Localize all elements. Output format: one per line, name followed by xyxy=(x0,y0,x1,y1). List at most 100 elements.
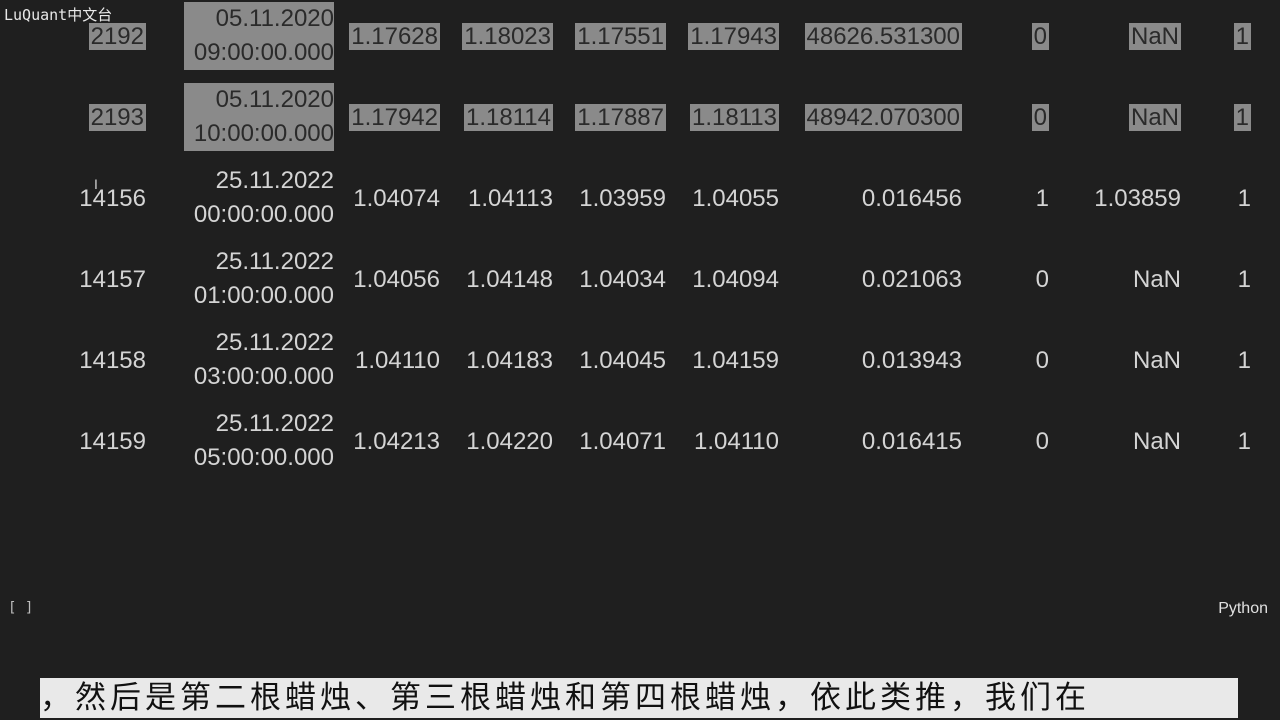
date-value: 05.11.2020 xyxy=(215,86,334,113)
cell-h: 1.04183 xyxy=(466,344,553,378)
cell-s: 0 xyxy=(1031,20,1049,54)
datetime-cell: 05.11.2020 10:00:00.000 xyxy=(184,83,334,151)
video-subtitle: ，然后是第二根蜡烛、第三根蜡烛和第四根蜡烛，依此类推，我们在 xyxy=(40,678,1238,718)
cell-value: 1 xyxy=(1035,185,1049,212)
cell-p: NaN xyxy=(1133,263,1181,297)
cell-value: 1.04045 xyxy=(579,347,666,374)
cell-l: 1.03959 xyxy=(579,182,666,216)
cell-idx: 14158 xyxy=(79,344,146,378)
cell-value: 1.04213 xyxy=(353,428,440,455)
cell-value: 1.17887 xyxy=(575,104,666,131)
cell-l: 1.17887 xyxy=(575,101,666,135)
table-row: 05.11.2020 09:00:00.000 2192 1.17628 1.18023… xyxy=(0,2,1280,88)
cell-value: 1 xyxy=(1233,23,1251,50)
cell-t: 1 xyxy=(1238,344,1251,378)
cell-value: 2193 xyxy=(88,104,146,131)
cell-v: 48942.070300 xyxy=(804,101,962,135)
cell-value: 1 xyxy=(1237,185,1251,212)
cell-value: 1.04113 xyxy=(468,185,553,212)
date-value: 25.11.2022 xyxy=(215,329,334,356)
cell-l: 1.04034 xyxy=(579,263,666,297)
cell-value: 1.17551 xyxy=(575,23,666,50)
cell-h: 1.18114 xyxy=(464,101,553,135)
cell-idx: 14157 xyxy=(79,263,146,297)
cell-value: 0 xyxy=(1035,347,1049,374)
cell-execution-count[interactable]: [ ] xyxy=(8,600,33,616)
cell-v: 48626.531300 xyxy=(804,20,962,54)
date-value: 05.11.2020 xyxy=(215,5,334,32)
cell-value: 1.04148 xyxy=(466,266,553,293)
cell-value: 1.17942 xyxy=(349,104,440,131)
cell-p: NaN xyxy=(1128,101,1181,135)
cell-value: 1.03959 xyxy=(579,185,666,212)
datetime-cell: 25.11.2022 03:00:00.000 xyxy=(184,326,334,394)
cell-t: 1 xyxy=(1238,425,1251,459)
cell-v: 0.016456 xyxy=(862,182,962,216)
cell-c: 1.17943 xyxy=(688,20,779,54)
cell-c: 1.18113 xyxy=(690,101,779,135)
cell-t: 1 xyxy=(1238,182,1251,216)
cell-o: 1.17628 xyxy=(349,20,440,54)
time-value: 09:00:00.000 xyxy=(193,39,334,66)
cell-value: 0 xyxy=(1031,23,1049,50)
date-value: 25.11.2022 xyxy=(215,410,334,437)
cell-s: 0 xyxy=(1036,263,1049,297)
cell-value: 0.016456 xyxy=(861,185,962,212)
datetime-cell: 25.11.2022 05:00:00.000 xyxy=(184,407,334,475)
cell-value: 14158 xyxy=(79,347,146,374)
cell-c: 1.04159 xyxy=(692,344,779,378)
cell-value: 2192 xyxy=(88,23,146,50)
cell-h: 1.18023 xyxy=(462,20,553,54)
watermark-logo: LuQuant中文台 xyxy=(4,6,113,24)
cell-h: 1.04220 xyxy=(466,425,553,459)
time-value: 00:00:00.000 xyxy=(193,201,334,228)
cell-value: 0.013943 xyxy=(861,347,962,374)
datetime-cell: 25.11.2022 00:00:00.000 xyxy=(184,164,334,232)
cell-value: 1.04074 xyxy=(353,185,440,212)
cell-value: NaN xyxy=(1128,23,1181,50)
time-value: 03:00:00.000 xyxy=(193,363,334,390)
text-cursor-icon: I xyxy=(94,176,98,192)
cell-value: 1.18113 xyxy=(690,104,779,131)
cell-o: 1.04213 xyxy=(353,425,440,459)
cell-c: 1.04055 xyxy=(692,182,779,216)
cell-value: 1.17943 xyxy=(688,23,779,50)
cell-h: 1.04148 xyxy=(466,263,553,297)
cell-o: 1.04074 xyxy=(353,182,440,216)
cell-l: 1.17551 xyxy=(575,20,666,54)
cell-value: 1.04094 xyxy=(692,266,779,293)
time-value: 01:00:00.000 xyxy=(193,282,334,309)
cell-value: 1.04034 xyxy=(579,266,666,293)
cell-t: 1 xyxy=(1233,20,1251,54)
cell-value: 14156 xyxy=(79,185,146,212)
table-row: 05.11.2020 10:00:00.000 2193 1.17942 1.18114… xyxy=(0,83,1280,169)
table-row: 25.11.2022 00:00:00.000 14156 1.04074 1.0411… xyxy=(0,167,1280,250)
cell-idx: 14159 xyxy=(79,425,146,459)
datetime-cell: 05.11.2020 09:00:00.000 xyxy=(184,2,334,70)
cell-value: 1.18023 xyxy=(462,23,553,50)
cell-p: NaN xyxy=(1133,344,1181,378)
cell-p: 1.03859 xyxy=(1094,182,1181,216)
cell-value: 1.04110 xyxy=(355,347,440,374)
cell-c: 1.04094 xyxy=(692,263,779,297)
table-row: 25.11.2022 05:00:00.000 14159 1.04213 1.0422… xyxy=(0,410,1280,493)
cell-value: 1.04055 xyxy=(692,185,779,212)
cell-value: 0.021063 xyxy=(861,266,962,293)
cell-value: 1 xyxy=(1237,347,1251,374)
cell-t: 1 xyxy=(1238,263,1251,297)
cell-value: 14159 xyxy=(79,428,146,455)
cell-h: 1.04113 xyxy=(468,182,553,216)
date-value: 25.11.2022 xyxy=(215,167,334,194)
cell-s: 0 xyxy=(1036,425,1049,459)
cell-value: 1.04110 xyxy=(694,428,779,455)
cell-value: 1.04071 xyxy=(579,428,666,455)
cell-idx: 14156 xyxy=(79,182,146,216)
cell-idx: 2193 xyxy=(88,101,146,135)
cell-value: 1 xyxy=(1237,266,1251,293)
cell-value: 0 xyxy=(1031,104,1049,131)
cell-value: 14157 xyxy=(79,266,146,293)
cell-p: NaN xyxy=(1128,20,1181,54)
kernel-language-label[interactable]: Python xyxy=(1218,600,1268,618)
cell-value: 1.03859 xyxy=(1094,185,1181,212)
cell-value: 48942.070300 xyxy=(804,104,962,131)
